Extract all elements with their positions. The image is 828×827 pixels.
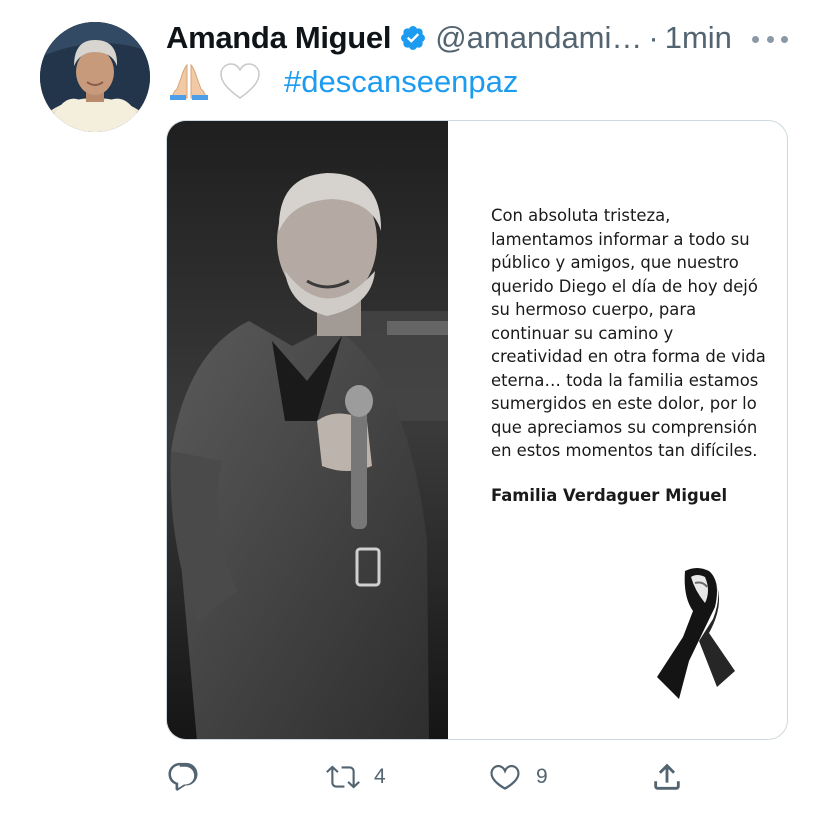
verified-badge-icon bbox=[401, 26, 426, 50]
message-line: Con absoluta tristeza, bbox=[491, 206, 671, 225]
white-heart-emoji-icon bbox=[220, 63, 260, 99]
media-photo bbox=[167, 121, 448, 739]
tweet-timestamp[interactable]: 1min bbox=[665, 20, 732, 56]
author-handle[interactable]: @amandami… bbox=[435, 20, 642, 56]
separator-dot: · bbox=[648, 20, 659, 55]
message-line: sumergidos en este dolor, por lo bbox=[491, 394, 757, 413]
share-button[interactable] bbox=[650, 752, 684, 802]
retweet-count: 4 bbox=[374, 765, 386, 788]
heart-icon bbox=[490, 764, 520, 790]
tweet-text: #descanseenpaz bbox=[166, 60, 518, 104]
more-dots-icon[interactable] bbox=[752, 24, 788, 54]
author-name[interactable]: Amanda Miguel bbox=[166, 20, 391, 56]
share-icon bbox=[654, 763, 680, 790]
like-count: 9 bbox=[536, 765, 548, 788]
message-line: eterna… toda la familia estamos bbox=[491, 370, 759, 390]
tweet[interactable]: Amanda Miguel @amandami… · 1min #descans… bbox=[0, 0, 828, 827]
message-line: continuar su camino y bbox=[491, 323, 674, 343]
mourning-ribbon-icon bbox=[657, 568, 735, 699]
reply-button[interactable] bbox=[166, 752, 214, 802]
avatar[interactable] bbox=[40, 22, 150, 132]
message-line: que apreciamos su comprensión bbox=[491, 417, 758, 437]
message-line: querido Diego el día de hoy dejó bbox=[491, 276, 758, 296]
message-line: lamentamos informar a todo su bbox=[491, 229, 750, 249]
message-line: en estos momentos tan difíciles. bbox=[491, 441, 758, 460]
media-attachment[interactable]: Con absoluta tristeza, lamentamos inform… bbox=[166, 120, 788, 740]
message-line: su hermoso cuerpo, para bbox=[491, 300, 697, 319]
tweet-header: Amanda Miguel @amandami… · 1min bbox=[166, 18, 806, 58]
message-line: público y amigos, que nuestro bbox=[491, 253, 739, 272]
message-signature: Familia Verdaguer Miguel bbox=[491, 486, 728, 505]
like-button[interactable]: 9 bbox=[488, 752, 548, 802]
avatar-image bbox=[40, 22, 150, 132]
reply-icon bbox=[168, 762, 198, 791]
retweet-button[interactable]: 4 bbox=[326, 752, 386, 802]
folded-hands-emoji-icon bbox=[170, 63, 208, 100]
hashtag-link[interactable]: #descanseenpaz bbox=[284, 64, 518, 100]
action-bar: 4 9 bbox=[166, 752, 806, 802]
memorial-portrait-image bbox=[167, 121, 448, 739]
message-line: creatividad en otra forma de vida bbox=[491, 347, 766, 366]
retweet-icon bbox=[326, 765, 360, 789]
memorial-message: Con absoluta tristeza, lamentamos inform… bbox=[491, 204, 781, 463]
